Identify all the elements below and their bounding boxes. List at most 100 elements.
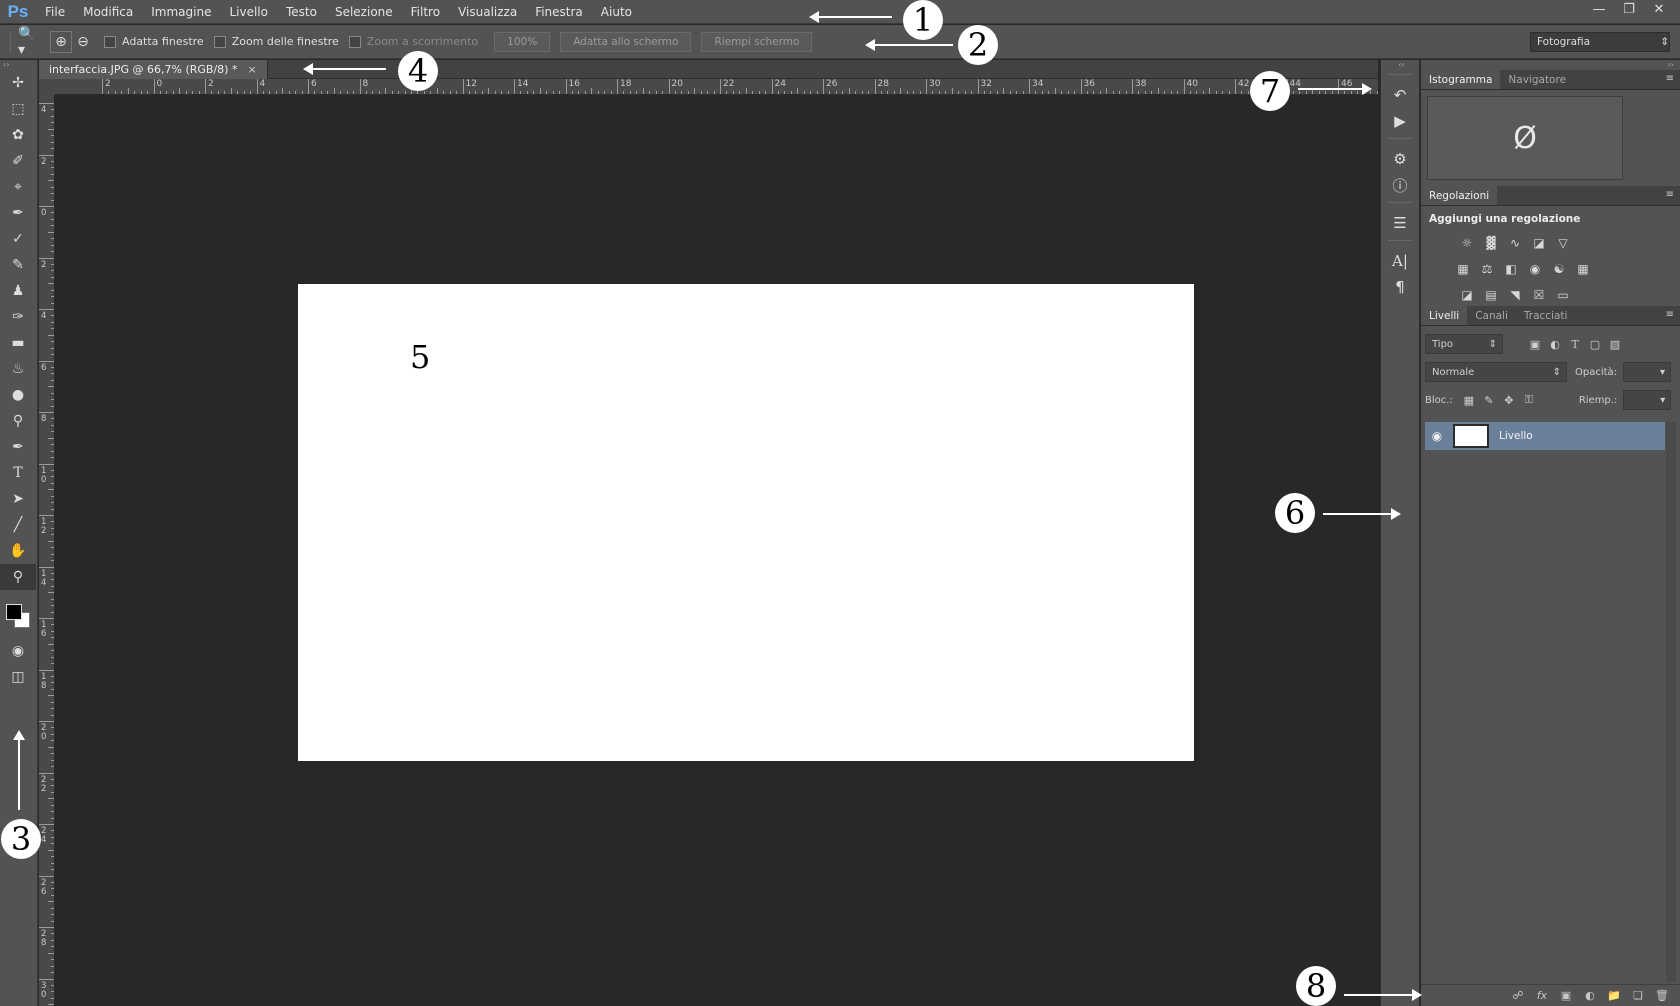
gradient-map-icon[interactable]: ▭ xyxy=(1553,286,1573,304)
close-tab-icon[interactable]: × xyxy=(247,63,256,76)
color-balance-icon[interactable]: ⚖ xyxy=(1477,260,1497,278)
eyedropper-icon[interactable]: ✒ xyxy=(0,200,36,226)
link-layers-icon[interactable]: ☍ xyxy=(1506,986,1530,1006)
menu-file[interactable]: File xyxy=(36,0,74,24)
filter-adjustment-icon[interactable]: ◐ xyxy=(1545,335,1565,353)
tab-navigatore[interactable]: Navigatore xyxy=(1500,70,1574,89)
panel-menu-icon[interactable]: ≡ xyxy=(1666,189,1674,200)
filter-shape-icon[interactable]: ▢ xyxy=(1585,335,1605,353)
pen-tool-icon[interactable]: ✒ xyxy=(0,434,36,460)
tab-canali[interactable]: Canali xyxy=(1467,306,1516,325)
fill-screen-button[interactable]: Riempi schermo xyxy=(701,31,813,52)
healing-brush-icon[interactable]: ✓ xyxy=(0,226,36,252)
curves-icon[interactable]: ∿ xyxy=(1505,234,1525,252)
menu-selezione[interactable]: Selezione xyxy=(326,0,402,24)
vibrance-icon[interactable]: ▽ xyxy=(1553,234,1573,252)
menu-visualizza[interactable]: Visualizza xyxy=(449,0,526,24)
lasso-tool-icon[interactable]: ✿ xyxy=(0,122,36,148)
hue-saturation-icon[interactable]: ▦ xyxy=(1453,260,1473,278)
quick-mask-icon[interactable]: ◉ xyxy=(0,638,36,664)
threshold-icon[interactable]: ◥ xyxy=(1505,286,1525,304)
crop-tool-icon[interactable]: ⌖ xyxy=(0,174,36,200)
check-zoom-scorrimento[interactable]: Zoom a scorrimento xyxy=(348,35,478,48)
menu-aiuto[interactable]: Aiuto xyxy=(592,0,641,24)
menu-modifica[interactable]: Modifica xyxy=(74,0,142,24)
collapse-icon[interactable]: ‹‹ xyxy=(1381,60,1419,70)
restore-icon[interactable]: ❐ xyxy=(1614,0,1644,18)
history-brush-icon[interactable]: ✑ xyxy=(0,304,36,330)
filter-pixel-icon[interactable]: ▣ xyxy=(1525,335,1545,353)
move-tool-icon[interactable]: ✢ xyxy=(0,70,36,96)
brightness-icon[interactable]: ☼ xyxy=(1457,234,1477,252)
fill-field[interactable]: ▾ xyxy=(1623,390,1672,410)
history-panel-icon[interactable]: ↶ xyxy=(1381,82,1419,108)
menu-testo[interactable]: Testo xyxy=(277,0,326,24)
paragraph-panel-icon[interactable]: ¶ xyxy=(1381,274,1419,300)
document-canvas[interactable] xyxy=(298,284,1194,761)
tab-istogramma[interactable]: Istogramma xyxy=(1421,70,1501,89)
close-icon[interactable]: ✕ xyxy=(1644,0,1674,18)
lock-transparent-icon[interactable]: ▦ xyxy=(1459,391,1479,409)
layer-comps-icon[interactable]: ☰ xyxy=(1381,210,1419,236)
tab-tracciati[interactable]: Tracciati xyxy=(1516,306,1576,325)
options-grip[interactable] xyxy=(10,30,18,53)
layer-row[interactable]: ◉ Livello xyxy=(1425,422,1665,450)
dodge-tool-icon[interactable]: ⚲ xyxy=(0,408,36,434)
hand-tool-icon[interactable]: ✋ xyxy=(0,538,36,564)
invert-icon[interactable]: ◪ xyxy=(1457,286,1477,304)
menu-immagine[interactable]: Immagine xyxy=(142,0,220,24)
blend-mode-select[interactable]: Normale ⇕ xyxy=(1425,362,1567,382)
posterize-icon[interactable]: ▤ xyxy=(1481,286,1501,304)
zoom-tool-preset-icon[interactable]: 🔍▾ xyxy=(18,26,40,58)
layer-style-icon[interactable]: fx xyxy=(1530,986,1554,1006)
canvas-area[interactable] xyxy=(56,96,1378,1006)
panel-menu-icon[interactable]: ≡ xyxy=(1666,309,1674,320)
panel-menu-icon[interactable]: ≡ xyxy=(1666,73,1674,84)
line-tool-icon[interactable]: ╱ xyxy=(0,512,36,538)
exposure-icon[interactable]: ◪ xyxy=(1529,234,1549,252)
tab-regolazioni[interactable]: Regolazioni xyxy=(1421,186,1498,205)
opacity-field[interactable]: ▾ xyxy=(1623,362,1672,382)
levels-icon[interactable]: ▓ xyxy=(1481,234,1501,252)
new-layer-icon[interactable]: ❏ xyxy=(1626,986,1650,1006)
foreground-color[interactable] xyxy=(6,604,22,620)
check-adatta-finestre[interactable]: Adatta finestre xyxy=(104,35,204,48)
color-lookup-icon[interactable]: ▦ xyxy=(1573,260,1593,278)
menu-livello[interactable]: Livello xyxy=(220,0,277,24)
vertical-ruler[interactable]: 4 2 0 2 4 6 8 10 12 14 16 18 20 22 24 26 28 30 xyxy=(39,95,55,1006)
collapse-icon[interactable]: ›› xyxy=(0,60,37,70)
visibility-eye-icon[interactable]: ◉ xyxy=(1425,429,1449,443)
photo-filter-icon[interactable]: ◉ xyxy=(1525,260,1545,278)
lock-image-icon[interactable]: ✎ xyxy=(1479,391,1499,409)
delete-layer-icon[interactable]: 🗑 xyxy=(1650,986,1674,1006)
fit-screen-button[interactable]: Adatta allo schermo xyxy=(560,31,692,52)
workspace-select[interactable]: Fotografia ⇕ xyxy=(1530,32,1670,52)
clone-stamp-icon[interactable]: ♟ xyxy=(0,278,36,304)
properties-panel-icon[interactable]: ⚙ xyxy=(1381,146,1419,172)
document-tab[interactable]: interfaccia.JPG @ 66,7% (RGB/8) * × xyxy=(39,60,268,79)
collapse-icon[interactable]: ›› xyxy=(1421,60,1680,70)
path-selection-icon[interactable]: ➤ xyxy=(0,486,36,512)
type-tool-icon[interactable]: T xyxy=(0,460,36,486)
tab-livelli[interactable]: Livelli xyxy=(1421,306,1468,325)
zoom-tool-icon[interactable]: ⚲ xyxy=(0,564,36,590)
menu-filtro[interactable]: Filtro xyxy=(402,0,449,24)
eraser-tool-icon[interactable]: ▬ xyxy=(0,330,36,356)
zoom-out-icon[interactable]: ⊖ xyxy=(72,31,94,53)
zoom-in-icon[interactable]: ⊕ xyxy=(50,30,72,53)
zoom-100-button[interactable]: 100% xyxy=(494,31,551,52)
black-white-icon[interactable]: ◧ xyxy=(1501,260,1521,278)
ruler-corner[interactable] xyxy=(39,79,55,95)
quick-selection-icon[interactable]: ✐ xyxy=(0,148,36,174)
new-group-icon[interactable]: 📁 xyxy=(1602,986,1626,1006)
horizontal-ruler[interactable]: 2024681012141618202224262830323436384042… xyxy=(55,79,1378,95)
marquee-tool-icon[interactable]: ⬚ xyxy=(0,96,36,122)
character-panel-icon[interactable]: A| xyxy=(1381,248,1419,274)
check-zoom-finestre[interactable]: Zoom delle finestre xyxy=(213,35,339,48)
blur-tool-icon[interactable]: ● xyxy=(0,382,36,408)
info-panel-icon[interactable]: ⓘ xyxy=(1381,172,1419,198)
layers-scrollbar[interactable] xyxy=(1666,422,1676,982)
new-adjustment-icon[interactable]: ◐ xyxy=(1578,986,1602,1006)
brush-tool-icon[interactable]: ✎ xyxy=(0,252,36,278)
minimize-icon[interactable]: — xyxy=(1584,0,1614,18)
